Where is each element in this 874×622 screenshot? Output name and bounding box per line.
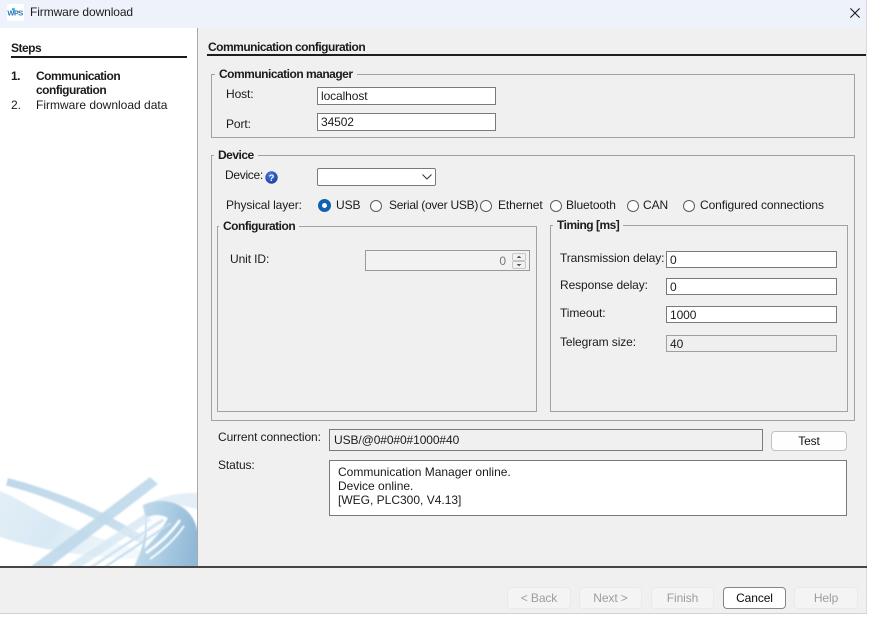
svg-text:?: ?	[269, 173, 275, 184]
svg-text:WPS: WPS	[7, 9, 23, 18]
